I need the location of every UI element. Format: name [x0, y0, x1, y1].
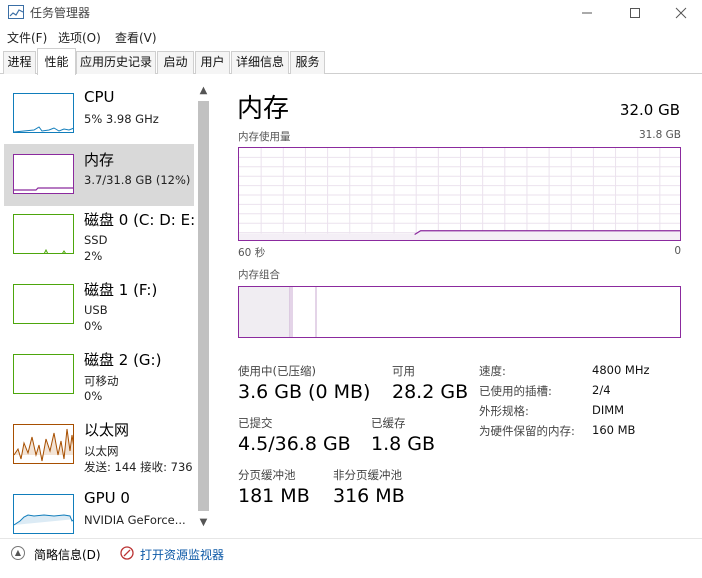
- form-factor-label: 外形规格:: [479, 404, 529, 418]
- chevron-up-icon[interactable]: ▲: [11, 546, 25, 560]
- time-axis-left-label: 60 秒: [238, 247, 266, 259]
- maximize-button[interactable]: [612, 0, 658, 26]
- slots-used-label: 已使用的插槽:: [479, 384, 552, 398]
- tab-app-history[interactable]: 应用历史记录: [76, 51, 156, 74]
- speed-value: 4800 MHz: [592, 363, 650, 377]
- sidebar-item-type: 可移动: [84, 374, 119, 388]
- paged-pool-label: 分页缓冲池: [238, 468, 296, 482]
- speed-label: 速度:: [479, 364, 506, 378]
- composition-in-use: [239, 287, 290, 337]
- bottom-bar: ▲ 简略信息(D) 打开资源监视器: [0, 538, 702, 578]
- sidebar-item-name: 磁盘 0 (C: D: E:: [84, 211, 196, 229]
- gpu-thumbnail-graph: [13, 494, 74, 534]
- time-axis-right-label: 0: [674, 245, 681, 257]
- sidebar-item-detail: 0%: [84, 319, 103, 333]
- title-bar: 任务管理器: [0, 0, 702, 26]
- tab-services[interactable]: 服务: [290, 51, 325, 74]
- tab-processes[interactable]: 进程: [3, 51, 36, 74]
- cpu-thumbnail-graph: [13, 93, 74, 133]
- sidebar-item-detail: 0%: [84, 389, 103, 403]
- window-title: 任务管理器: [30, 6, 91, 20]
- menu-view[interactable]: 查看(V): [115, 29, 157, 46]
- page-title: 内存: [237, 94, 290, 124]
- paged-pool-value: 181 MB: [238, 485, 310, 507]
- sidebar-item-adapter: 以太网: [84, 444, 119, 458]
- memory-composition-bar: [238, 286, 681, 338]
- tab-details[interactable]: 详细信息: [231, 51, 289, 74]
- disk-1-thumbnail-graph: [13, 284, 74, 324]
- close-button[interactable]: [658, 0, 702, 26]
- sidebar-item-detail: 5% 3.98 GHz: [84, 112, 159, 126]
- tab-users[interactable]: 用户: [195, 51, 230, 74]
- minimize-icon: [582, 12, 592, 14]
- close-icon: [675, 7, 687, 19]
- usage-graph-label: 内存使用量: [238, 131, 291, 143]
- disk-0-thumbnail-graph: [13, 214, 74, 254]
- sidebar-item-name: CPU: [84, 88, 115, 106]
- scroll-down-arrow-icon[interactable]: ▼: [195, 515, 212, 531]
- sidebar-item-name: GPU 0: [84, 489, 130, 507]
- disk-2-thumbnail-graph: [13, 354, 74, 394]
- sidebar-item-disk-0[interactable]: 磁盘 0 (C: D: E: SSD 2%: [4, 204, 196, 266]
- hardware-reserved-value: 160 MB: [592, 423, 636, 437]
- slots-used-value: 2/4: [592, 383, 611, 397]
- nonpaged-pool-label: 非分页缓冲池: [333, 468, 402, 482]
- tab-startup[interactable]: 启动: [157, 51, 194, 74]
- memory-usage-chart: [239, 148, 680, 240]
- resource-monitor-icon: [120, 546, 134, 560]
- ethernet-thumbnail-graph: [13, 424, 74, 464]
- sidebar-item-detail: 2%: [84, 249, 103, 263]
- sidebar-item-ethernet[interactable]: 以太网 以太网 发送: 144 接收: 736: [4, 414, 194, 476]
- sidebar-item-name: 内存: [84, 151, 115, 169]
- sidebar-item-disk-2[interactable]: 磁盘 2 (G:) 可移动 0%: [4, 344, 194, 406]
- scrollbar-thumb[interactable]: [198, 101, 209, 511]
- sidebar-item-disk-1[interactable]: 磁盘 1 (F:) USB 0%: [4, 274, 194, 336]
- nonpaged-pool-value: 316 MB: [333, 485, 405, 507]
- committed-value: 4.5/36.8 GB: [238, 433, 351, 455]
- open-resource-monitor-link[interactable]: 打开资源监视器: [140, 546, 224, 563]
- committed-label: 已提交: [238, 416, 273, 430]
- task-manager-icon: [8, 5, 24, 19]
- composition-label: 内存组合: [238, 269, 280, 281]
- cached-value: 1.8 GB: [371, 433, 436, 455]
- in-use-label: 使用中(已压缩): [238, 364, 316, 378]
- sidebar-item-name: 磁盘 2 (G:): [84, 351, 162, 369]
- menu-bar: 文件(F) 选项(O) 查看(V): [0, 27, 702, 47]
- menu-options[interactable]: 选项(O): [58, 29, 101, 46]
- maximize-icon: [630, 8, 640, 18]
- minimize-button[interactable]: [564, 0, 610, 26]
- tab-bar: 进程 性能 应用历史记录 启动 用户 详细信息 服务: [0, 48, 702, 75]
- sidebar-item-detail: NVIDIA GeForce...: [84, 513, 186, 527]
- available-value: 28.2 GB: [392, 381, 469, 403]
- resource-sidebar: CPU 5% 3.98 GHz 内存 3.7/31.8 GB (12%) 磁盘 …: [0, 75, 212, 535]
- memory-thumbnail-graph: [13, 154, 74, 194]
- sidebar-item-detail: 发送: 144 接收: 736: [84, 460, 193, 474]
- sidebar-item-cpu[interactable]: CPU 5% 3.98 GHz: [4, 83, 194, 145]
- hardware-reserved-label: 为硬件保留的内存:: [479, 424, 575, 438]
- available-label: 可用: [392, 364, 415, 378]
- tab-performance[interactable]: 性能: [37, 48, 76, 75]
- sidebar-scrollbar[interactable]: ▲ ▼: [195, 83, 212, 531]
- scroll-up-arrow-icon[interactable]: ▲: [195, 83, 212, 99]
- menu-file[interactable]: 文件(F): [7, 29, 47, 46]
- sidebar-item-memory[interactable]: 内存 3.7/31.8 GB (12%): [4, 144, 194, 206]
- sidebar-item-detail: 3.7/31.8 GB (12%): [84, 173, 191, 187]
- sidebar-item-name: 磁盘 1 (F:): [84, 281, 158, 299]
- fewer-details-button[interactable]: 简略信息(D): [34, 546, 101, 563]
- in-use-value: 3.6 GB (0 MB): [238, 381, 371, 403]
- sidebar-item-gpu-0[interactable]: GPU 0 NVIDIA GeForce...: [4, 484, 194, 535]
- memory-composition-chart: [239, 287, 317, 337]
- usage-graph-max: 31.8 GB: [638, 129, 681, 141]
- sidebar-item-name: 以太网: [84, 421, 130, 439]
- form-factor-value: DIMM: [592, 403, 625, 417]
- sidebar-item-type: USB: [84, 303, 108, 317]
- memory-usage-graph: [238, 147, 681, 241]
- memory-total: 32.0 GB: [619, 101, 680, 119]
- sidebar-item-type: SSD: [84, 233, 108, 247]
- cached-label: 已缓存: [371, 416, 406, 430]
